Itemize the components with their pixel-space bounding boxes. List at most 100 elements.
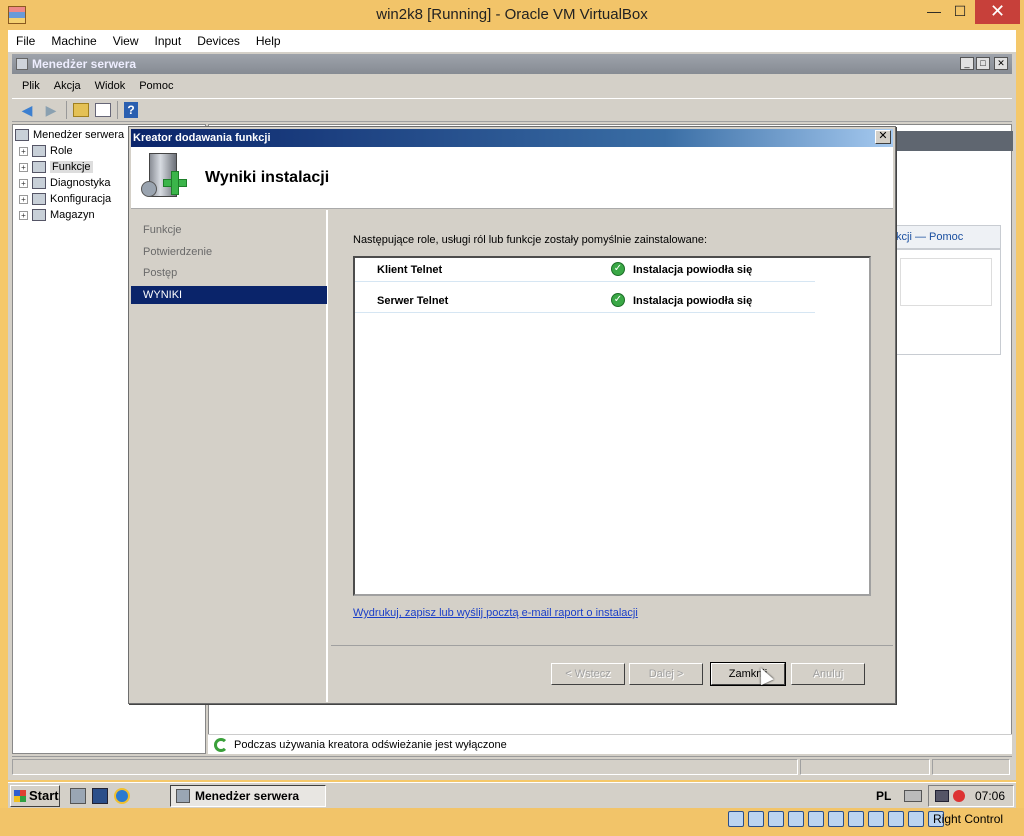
start-label: Start [29,788,59,803]
sm-menu-widok[interactable]: Widok [95,80,126,92]
host-menubar: File Machine View Input Devices Help [8,30,1016,52]
network-adapter-icon[interactable] [788,811,804,827]
server-manager-titlebar: Menedżer serwera _ □ ✕ [12,54,1012,74]
list-item: Serwer Telnet ✓ Instalacja powiodła się [355,289,815,313]
tree-item-label: Diagnostyka [50,177,111,189]
host-titlebar: win2k8 [Running] - Oracle VM VirtualBox … [0,0,1024,30]
server-manager-toolbar: ◀ ▶ ? [12,98,1012,122]
capture-icon[interactable] [868,811,884,827]
sm-maximize-button[interactable]: □ [976,57,990,70]
results-intro: Następujące role, usługi ról lub funkcje… [353,234,708,246]
server-manager-icon [16,58,28,70]
host-window-title: win2k8 [Running] - Oracle VM VirtualBox [376,6,648,23]
internet-explorer-icon[interactable] [114,788,130,804]
step-potwierdzenie[interactable]: Potwierdzenie [143,246,212,258]
installation-report-link[interactable]: Wydrukuj, zapisz lub wyślij pocztą e-mai… [353,607,638,619]
language-indicator[interactable]: PL [876,789,891,803]
start-button[interactable]: Start [10,785,60,807]
display-icon[interactable] [848,811,864,827]
expand-icon[interactable]: + [19,178,28,188]
cpu-icon[interactable] [908,811,924,827]
server-add-icon [141,153,187,201]
host-menu-help[interactable]: Help [256,34,281,48]
back-button[interactable]: < Wstecz [551,663,625,685]
network-icon[interactable] [935,790,949,802]
taskbar-item-label: Menedżer serwera [195,789,300,803]
keyboard-icon[interactable] [904,790,922,802]
next-button[interactable]: Dalej > [629,663,703,685]
sm-menu-akcja[interactable]: Akcja [54,80,81,92]
help-icon[interactable]: ? [124,102,138,118]
sm-minimize-button[interactable]: _ [960,57,974,70]
tree-item-server-manager[interactable]: Menedżer serwera [15,127,124,143]
forward-arrow-icon[interactable]: ▶ [42,101,60,119]
sm-menu-plik[interactable]: Plik [22,80,40,92]
step-wyniki[interactable]: WYNIKI [131,286,327,304]
wizard-close-button[interactable]: ✕ [875,130,891,144]
volume-muted-icon[interactable] [953,790,965,802]
refresh-icon [214,737,228,752]
host-menu-file[interactable]: File [16,34,35,48]
statusbar-segment [800,759,930,775]
shared-folder-icon[interactable] [808,811,824,827]
taskbar-item-server-manager[interactable]: Menedżer serwera [170,785,326,807]
server-manager-title: Menedżer serwera [32,57,137,71]
result-status: Instalacja powiodła się [633,295,753,307]
details-panel-inner [900,258,992,306]
configuration-icon [32,193,46,205]
add-features-wizard: Kreator dodawania funkcji ✕ Wyniki insta… [128,126,896,704]
server-manager-node-icon [15,129,29,141]
usb-icon[interactable] [768,811,784,827]
roles-icon [32,145,46,157]
close-button[interactable]: Zamknij [710,662,786,686]
sm-menu-pomoc[interactable]: Pomoc [139,80,173,92]
host-close-button[interactable]: ✕ [975,0,1020,24]
wizard-header: Wyniki instalacji [131,147,893,209]
tree-item-label: Role [50,145,73,157]
cancel-button[interactable]: Anuluj [791,663,865,685]
wizard-content: Następujące role, usługi ról lub funkcje… [331,210,893,646]
storage-icon [32,209,46,221]
host-maximize-button[interactable]: ☐ [944,0,976,24]
up-folder-icon[interactable] [73,103,89,117]
features-help-link[interactable]: kcji — Pomoc [895,225,1001,249]
list-item: Klient Telnet ✓ Instalacja powiodła się [355,258,815,282]
host-menu-view[interactable]: View [113,34,139,48]
step-funkcje[interactable]: Funkcje [143,224,182,236]
results-list: Klient Telnet ✓ Instalacja powiodła się … [353,256,871,596]
device-indicators [728,811,944,827]
expand-icon[interactable]: + [19,146,28,156]
recording-icon[interactable] [888,811,904,827]
show-hide-tree-icon[interactable] [95,103,111,117]
expand-icon[interactable]: + [19,162,28,172]
diagnostics-icon [32,177,46,189]
server-manager-quicklaunch-icon[interactable] [70,788,86,804]
windows-flag-icon [14,790,26,802]
tree-item-magazyn[interactable]: + Magazyn [19,207,95,223]
step-postep[interactable]: Postęp [143,267,177,279]
disc-icon [141,181,157,197]
success-check-icon: ✓ [611,293,625,307]
expand-icon[interactable]: + [19,194,28,204]
folder-icon[interactable] [828,811,844,827]
server-manager-menubar: Plik Akcja Widok Pomoc [12,76,1012,96]
expand-icon[interactable]: + [19,210,28,220]
result-name: Serwer Telnet [377,295,449,307]
back-arrow-icon[interactable]: ◀ [18,101,36,119]
tree-item-funkcje[interactable]: + Funkcje [19,159,93,175]
tree-item-diagnostyka[interactable]: + Diagnostyka [19,175,111,191]
wizard-steps: Funkcje Potwierdzenie Postęp WYNIKI [131,210,328,702]
statusbar-segment [932,759,1010,775]
host-menu-input[interactable]: Input [155,34,182,48]
tree-item-role[interactable]: + Role [19,143,73,159]
sm-close-button[interactable]: ✕ [994,57,1008,70]
host-menu-devices[interactable]: Devices [197,34,240,48]
hard-disk-icon[interactable] [728,811,744,827]
optical-drive-icon[interactable] [748,811,764,827]
guest-taskbar: Start Menedżer serwera PL 07:06 [8,782,1016,808]
tree-item-konfiguracja[interactable]: + Konfiguracja [19,191,111,207]
clock[interactable]: 07:06 [975,789,1005,803]
host-menu-machine[interactable]: Machine [51,34,96,48]
tree-item-label: Konfiguracja [50,193,112,205]
powershell-quicklaunch-icon[interactable] [92,788,108,804]
